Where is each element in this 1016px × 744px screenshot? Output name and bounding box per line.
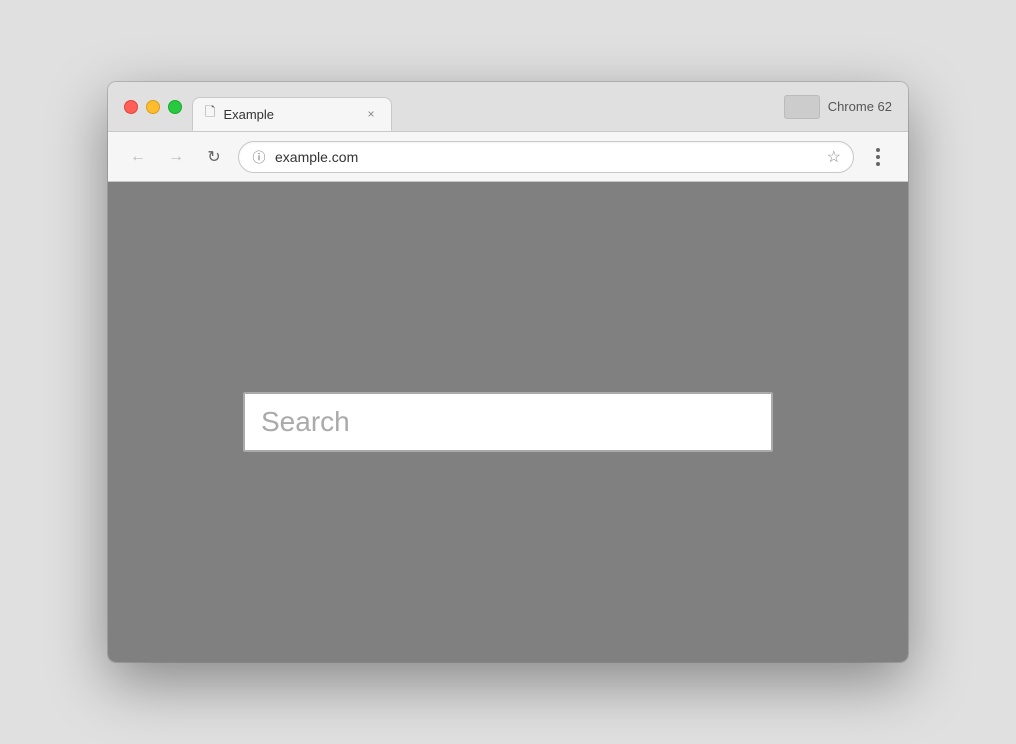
back-icon: ← <box>130 148 146 166</box>
minimize-button[interactable] <box>146 100 160 114</box>
tab-page-icon: 🗋 <box>205 103 215 125</box>
forward-icon: → <box>168 148 184 166</box>
address-bar[interactable]: ⓘ example.com ☆ <box>238 141 854 173</box>
reload-button[interactable]: ↻ <box>200 143 228 171</box>
forward-button[interactable]: → <box>162 143 190 171</box>
menu-button[interactable] <box>864 143 892 171</box>
security-icon: ⓘ <box>251 147 267 166</box>
back-button[interactable]: ← <box>124 143 152 171</box>
maximize-button[interactable] <box>168 100 182 114</box>
tab-close-button[interactable]: × <box>363 106 379 122</box>
chrome-label: Chrome 62 <box>784 95 892 119</box>
menu-dot-1 <box>876 148 880 152</box>
title-bar: 🗋 Example × Chrome 62 <box>108 82 908 132</box>
page-content <box>108 182 908 662</box>
tab-title: Example <box>223 107 355 122</box>
url-text: example.com <box>275 149 819 165</box>
bookmark-icon[interactable]: ☆ <box>827 147 841 167</box>
active-tab[interactable]: 🗋 Example × <box>192 97 392 131</box>
search-input[interactable] <box>243 392 773 452</box>
chrome-icon <box>784 95 820 119</box>
chrome-version-text: Chrome 62 <box>828 99 892 114</box>
close-button[interactable] <box>124 100 138 114</box>
menu-dot-3 <box>876 162 880 166</box>
reload-icon: ↻ <box>207 147 220 167</box>
traffic-lights <box>124 100 182 114</box>
menu-dot-2 <box>876 155 880 159</box>
browser-window: 🗋 Example × Chrome 62 ← → ↻ ⓘ example.co… <box>108 82 908 662</box>
toolbar: ← → ↻ ⓘ example.com ☆ <box>108 132 908 182</box>
